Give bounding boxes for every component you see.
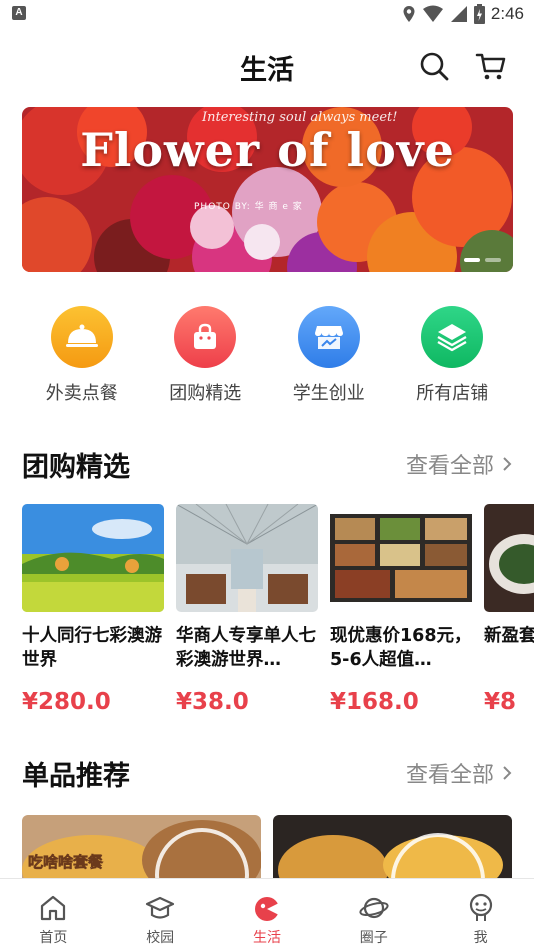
quick-item-group-buy[interactable]: 团购精选 bbox=[144, 306, 268, 406]
storefront-icon bbox=[297, 306, 360, 368]
product-name: 新盈套餐 bbox=[484, 626, 534, 646]
banner-credit: PHOTO BY: 华 商 e 家 bbox=[194, 202, 303, 212]
quick-item-student-startup[interactable]: 学生创业 bbox=[267, 306, 391, 406]
chevron-right-icon bbox=[503, 457, 512, 471]
product-price: ¥280.0 bbox=[22, 689, 111, 715]
quick-item-takeout[interactable]: 外卖点餐 bbox=[20, 306, 144, 406]
product-price: ¥168.0 bbox=[330, 689, 419, 715]
single-item-image bbox=[273, 815, 512, 885]
group-buy-list: 十人同行七彩澳游世界 ¥280.0 华商人专享单人七彩澳游世界… ¥38.0 现… bbox=[22, 504, 534, 724]
carousel-dot-1 bbox=[464, 258, 480, 262]
product-card[interactable]: 十人同行七彩澳游世界 ¥280.0 bbox=[22, 504, 164, 715]
nav-label: 圈子 bbox=[359, 930, 388, 946]
single-items-list: 吃啥啥套餐 bbox=[22, 815, 534, 885]
nav-label: 生活 bbox=[252, 930, 281, 946]
single-item-card[interactable]: 吃啥啥套餐 bbox=[22, 815, 261, 885]
product-price: ¥38.0 bbox=[176, 689, 249, 715]
product-image bbox=[22, 504, 164, 612]
shopping-bag-icon bbox=[174, 306, 237, 368]
food-cloche-icon bbox=[50, 306, 113, 368]
top-bar: 生活 bbox=[0, 40, 534, 92]
status-icons: 2:46 bbox=[402, 3, 524, 25]
layers-icon bbox=[421, 306, 484, 368]
product-price: ¥8 bbox=[484, 689, 517, 715]
nav-item-home[interactable]: 首页 bbox=[0, 879, 107, 950]
view-all-label: 查看全部 bbox=[405, 763, 494, 788]
group-buy-header: 团购精选 查看全部 bbox=[22, 445, 512, 485]
quick-item-label: 外卖点餐 bbox=[45, 383, 118, 404]
nav-label: 首页 bbox=[39, 930, 68, 946]
single-item-label: 吃啥啥套餐 bbox=[28, 853, 104, 871]
clock: 2:46 bbox=[490, 4, 524, 23]
section-title: 单品推荐 bbox=[22, 761, 130, 792]
wifi-icon bbox=[422, 5, 443, 22]
nav-item-me[interactable]: 我 bbox=[427, 879, 534, 950]
battery-icon bbox=[473, 4, 485, 24]
single-items-view-all[interactable]: 查看全部 bbox=[406, 757, 512, 789]
graduation-cap-icon bbox=[146, 896, 175, 919]
product-name: 十人同行七彩澳游世界 bbox=[22, 626, 162, 670]
product-image bbox=[176, 504, 318, 612]
search-icon[interactable] bbox=[418, 50, 450, 82]
nav-label: 校园 bbox=[146, 930, 175, 946]
quick-item-label: 团购精选 bbox=[169, 383, 242, 404]
location-icon bbox=[403, 6, 415, 22]
profile-icon bbox=[469, 893, 492, 921]
product-image bbox=[330, 504, 472, 612]
life-page: A 2:46 生活 Interesting soul always meet! … bbox=[0, 0, 534, 950]
view-all-label: 查看全部 bbox=[405, 454, 494, 479]
bottom-nav: 首页 校园 生活 圈子 我 bbox=[0, 878, 534, 950]
carousel-dot-2 bbox=[485, 258, 501, 262]
single-item-image: 吃啥啥套餐 bbox=[22, 815, 261, 885]
product-image bbox=[484, 504, 534, 612]
signal-icon bbox=[450, 6, 467, 22]
promo-banner[interactable]: Interesting soul always meet! Flower of … bbox=[22, 107, 513, 272]
home-icon bbox=[41, 895, 66, 921]
quick-item-label: 学生创业 bbox=[292, 383, 365, 404]
section-title: 团购精选 bbox=[22, 452, 130, 483]
quick-item-label: 所有店铺 bbox=[416, 383, 489, 404]
quick-item-all-shops[interactable]: 所有店铺 bbox=[391, 306, 515, 406]
planet-icon bbox=[359, 897, 389, 919]
nav-item-circle[interactable]: 圈子 bbox=[320, 879, 427, 950]
chevron-right-icon bbox=[503, 766, 512, 780]
nav-item-life[interactable]: 生活 bbox=[214, 879, 321, 950]
life-icon bbox=[254, 897, 279, 921]
group-buy-view-all[interactable]: 查看全部 bbox=[406, 448, 512, 480]
status-bar: A 2:46 bbox=[0, 0, 534, 28]
nav-label: 我 bbox=[473, 930, 488, 946]
product-name: 现优惠价168元，5-6人超值… bbox=[330, 626, 472, 670]
nav-item-campus[interactable]: 校园 bbox=[107, 879, 214, 950]
notification-icon: A bbox=[12, 6, 26, 20]
product-card[interactable]: 新盈套餐 ¥8 bbox=[484, 504, 534, 715]
product-card[interactable]: 华商人专享单人七彩澳游世界… ¥38.0 bbox=[176, 504, 318, 715]
product-card[interactable]: 现优惠价168元，5-6人超值… ¥168.0 bbox=[330, 504, 472, 715]
product-name: 华商人专享单人七彩澳游世界… bbox=[176, 626, 316, 670]
single-item-card[interactable] bbox=[273, 815, 512, 885]
quick-menu: 外卖点餐 团购精选 学生创业 所有店铺 bbox=[20, 306, 514, 406]
carousel-indicator bbox=[464, 258, 501, 262]
cart-icon[interactable] bbox=[475, 50, 507, 82]
single-items-header: 单品推荐 查看全部 bbox=[22, 754, 512, 794]
banner-headline: Flower of love bbox=[80, 123, 455, 177]
page-title: 生活 bbox=[240, 55, 294, 86]
